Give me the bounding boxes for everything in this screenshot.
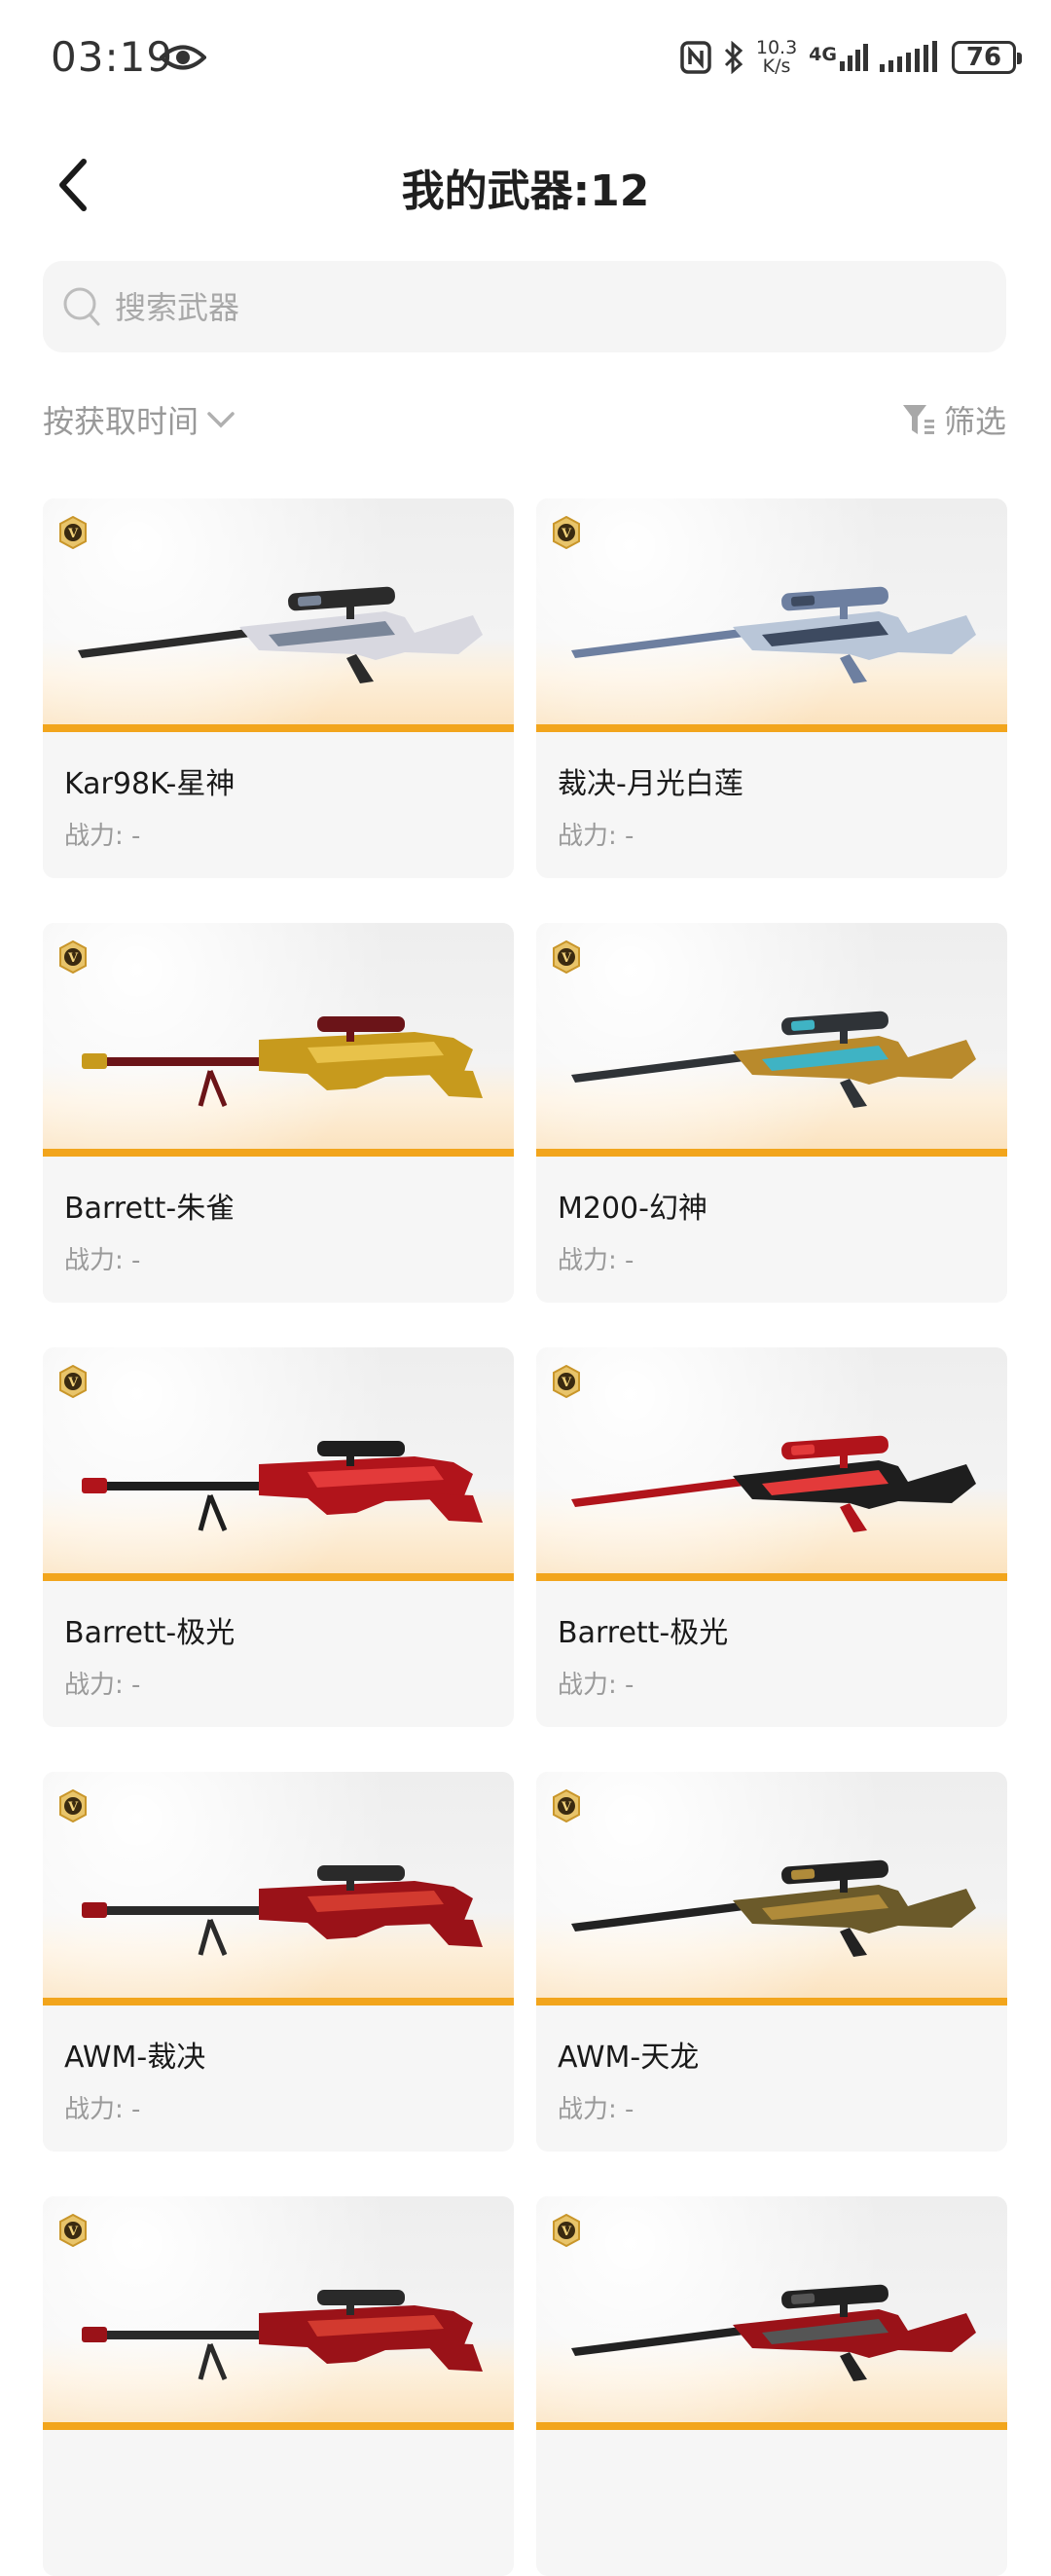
- weapon-image: V: [43, 923, 514, 1157]
- vip-badge-icon: V: [59, 516, 87, 549]
- signal-icon: [880, 41, 937, 72]
- svg-text:V: V: [561, 1800, 572, 1815]
- bluetooth-icon: [724, 41, 743, 74]
- rifle-icon: [82, 2290, 483, 2380]
- status-bar: 03:19 10.3 K/s 4G 76: [0, 0, 1051, 117]
- weapon-name: 裁决-月光白莲: [558, 767, 743, 801]
- vip-badge-icon: V: [553, 1789, 580, 1822]
- weapon-power: 战力: -: [64, 1246, 141, 1275]
- eye-icon: [160, 45, 206, 70]
- svg-text:V: V: [561, 1376, 572, 1390]
- weapon-image: V: [43, 1347, 514, 1581]
- weapon-name: Kar98K-星神: [64, 767, 236, 801]
- svg-text:V: V: [67, 951, 79, 966]
- weapon-card[interactable]: V 裁决-月光白莲 战力: -: [536, 498, 1007, 878]
- weapon-card[interactable]: V AWM-裁决 战力: -: [43, 1772, 514, 2152]
- rifle-icon: [82, 1865, 483, 1956]
- weapon-image: V: [43, 1772, 514, 2006]
- vip-badge-icon: V: [553, 516, 580, 549]
- vip-badge-icon: V: [59, 1365, 87, 1398]
- status-time: 03:19: [51, 33, 174, 81]
- weapon-name: AWM-裁决: [64, 2041, 206, 2075]
- nfc-icon: [680, 41, 711, 74]
- weapon-power: 战力: -: [64, 1671, 141, 1700]
- vip-badge-icon: V: [59, 2214, 87, 2247]
- network-speed: 10.3 K/s: [755, 37, 798, 77]
- rifle-icon: [82, 1016, 483, 1107]
- weapon-image: V: [43, 2196, 514, 2430]
- filter-button[interactable]: 筛选: [901, 397, 1006, 442]
- weapon-card[interactable]: V Barrett-极光 战力: -: [43, 1347, 514, 1727]
- weapon-card[interactable]: V Kar98K-星神 战力: -: [43, 498, 514, 878]
- weapon-name: AWM-天龙: [558, 2041, 700, 2075]
- rifle-icon: [78, 586, 483, 683]
- weapon-power: 战力: -: [64, 2095, 141, 2124]
- weapon-power: 战力: -: [558, 2095, 634, 2124]
- svg-text:V: V: [561, 2225, 572, 2239]
- rifle-icon: [571, 1859, 976, 1957]
- rifle-icon: [571, 2284, 976, 2381]
- search-icon: [63, 287, 100, 326]
- weapon-card[interactable]: V: [43, 2196, 514, 2576]
- rifle-icon: [571, 1435, 976, 1532]
- weapon-name: Barrett-极光: [64, 1616, 236, 1650]
- sort-dropdown[interactable]: 按获取时间: [43, 397, 236, 442]
- svg-text:V: V: [561, 951, 572, 966]
- weapon-power: 战力: -: [558, 1671, 634, 1700]
- weapon-image: V: [536, 1772, 1007, 2006]
- weapon-power: 战力: -: [64, 822, 141, 851]
- vip-badge-icon: V: [553, 2214, 580, 2247]
- weapon-card[interactable]: V M200-幻神 战力: -: [536, 923, 1007, 1303]
- weapon-image: V: [536, 498, 1007, 732]
- vip-badge-icon: V: [59, 1789, 87, 1822]
- rifle-icon: [82, 1441, 483, 1531]
- weapon-image: V: [536, 1347, 1007, 1581]
- weapon-name: Barrett-朱雀: [64, 1192, 236, 1226]
- weapon-name: Barrett-极光: [558, 1616, 729, 1650]
- vip-badge-icon: V: [553, 940, 580, 974]
- weapon-image: V: [536, 923, 1007, 1157]
- svg-text:V: V: [561, 527, 572, 541]
- svg-text:V: V: [67, 1800, 79, 1815]
- weapon-card[interactable]: V AWM-天龙 战力: -: [536, 1772, 1007, 2152]
- vip-badge-icon: V: [59, 940, 87, 974]
- weapon-card[interactable]: V Barrett-极光 战力: -: [536, 1347, 1007, 1727]
- search-input[interactable]: [113, 261, 973, 354]
- weapon-image: V: [43, 498, 514, 732]
- sort-label: 按获取时间: [43, 403, 199, 440]
- filter-label: 筛选: [943, 403, 1006, 440]
- battery-indicator: 76: [952, 41, 1022, 74]
- rifle-icon: [571, 1011, 976, 1108]
- weapon-image: V: [536, 2196, 1007, 2430]
- filter-icon: [902, 405, 934, 434]
- weapon-card[interactable]: V Barrett-朱雀 战力: -: [43, 923, 514, 1303]
- svg-text:V: V: [67, 527, 79, 541]
- search-bar[interactable]: [43, 261, 1006, 354]
- page-title: 我的武器:12: [401, 166, 650, 216]
- signal-4g: 4G: [809, 44, 868, 71]
- svg-text:V: V: [67, 1376, 79, 1390]
- weapon-grid: V Kar98K-星神 战力: - V 裁决-月光白莲 战力: - V Barr…: [43, 498, 1008, 2576]
- weapon-card[interactable]: V: [536, 2196, 1007, 2576]
- rifle-icon: [571, 586, 976, 683]
- chevron-down-icon: [207, 412, 235, 428]
- weapon-power: 战力: -: [558, 1246, 634, 1275]
- weapon-power: 战力: -: [558, 822, 634, 851]
- svg-text:V: V: [67, 2225, 79, 2239]
- vip-badge-icon: V: [553, 1365, 580, 1398]
- weapon-name: M200-幻神: [558, 1192, 707, 1226]
